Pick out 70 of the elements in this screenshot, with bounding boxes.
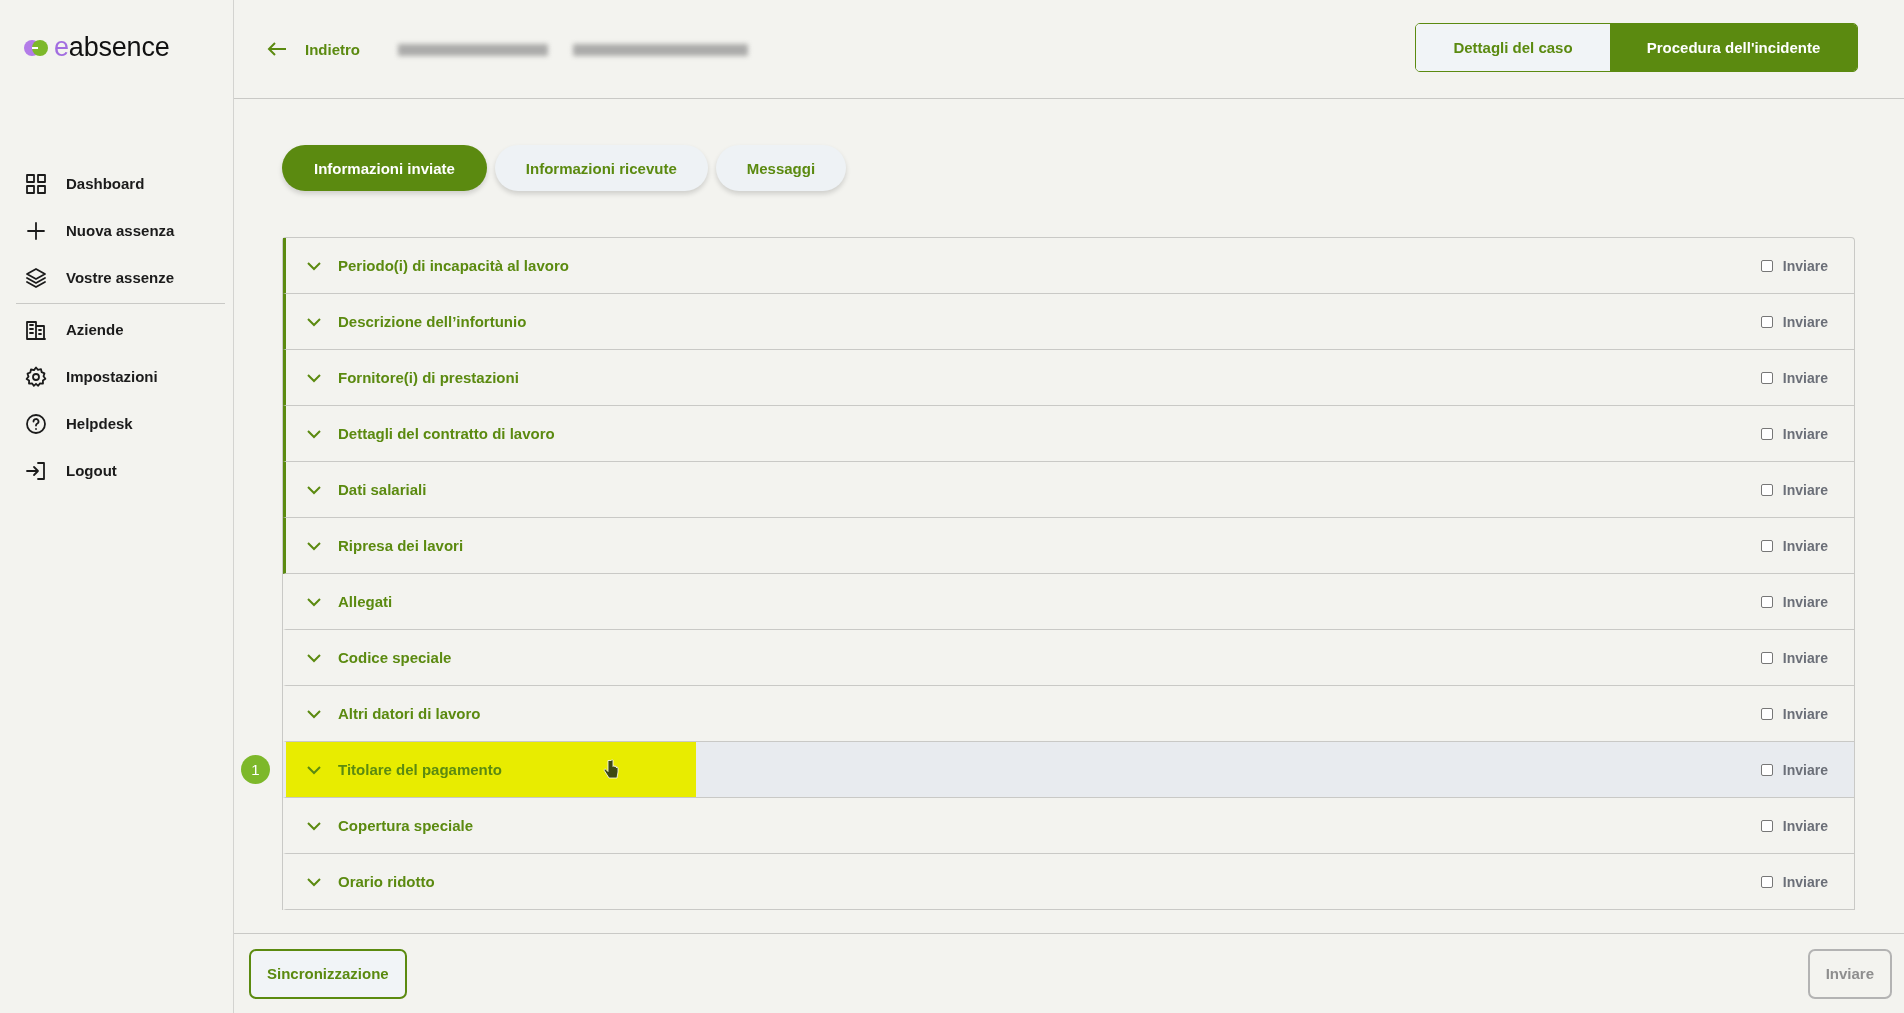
send-checkbox[interactable]: Inviare (1760, 649, 1828, 666)
section-title: Copertura speciale (338, 817, 474, 834)
logo-icon (24, 38, 48, 57)
send-checkbox[interactable]: Inviare (1760, 705, 1828, 722)
chevron-down-icon (306, 876, 322, 887)
nav-item[interactable]: Helpdesk (16, 400, 225, 447)
accordion-row[interactable]: Codice speciale Inviare (283, 630, 1854, 686)
view-tab[interactable]: Procedura dell'incidente (1610, 24, 1857, 71)
section-title: Ripresa dei lavori (338, 537, 464, 554)
nav-item[interactable]: Vostre assenze (16, 254, 225, 301)
chevron-down-icon (306, 540, 322, 551)
help-icon (24, 411, 48, 436)
accordion-row[interactable]: Allegati Inviare (283, 574, 1854, 630)
accordion-row[interactable]: Orario ridotto Inviare (283, 854, 1854, 910)
accordion-row[interactable]: Ripresa dei lavori Inviare (283, 518, 1854, 574)
accordion-row[interactable]: Copertura speciale Inviare (283, 798, 1854, 854)
section-title: Altri datori di lavoro (338, 705, 481, 722)
nav-item[interactable]: Dashboard (16, 160, 225, 207)
tab[interactable]: Informazioni inviate (282, 145, 487, 191)
send-checkbox[interactable]: Inviare (1760, 425, 1828, 442)
send-checkbox[interactable]: Inviare (1760, 257, 1828, 274)
section-title: Titolare del pagamento (338, 761, 502, 778)
section-title: Dati salariali (338, 481, 427, 498)
chevron-down-icon (306, 316, 322, 327)
step-badge: 1 (241, 755, 270, 784)
accordion-row[interactable]: Periodo(i) di incapacità al lavoro Inviare (283, 238, 1854, 294)
section-title: Periodo(i) di incapacità al lavoro (338, 257, 569, 274)
send-checkbox[interactable]: Inviare (1760, 481, 1828, 498)
accordion-row[interactable]: Dettagli del contratto di lavoro Inviare (283, 406, 1854, 462)
back-link[interactable]: Indietro (267, 40, 360, 58)
send-checkbox[interactable]: Inviare (1760, 313, 1828, 330)
back-arrow-icon (267, 41, 287, 57)
layers-icon (24, 265, 48, 290)
chevron-down-icon (306, 484, 322, 495)
section-title: Orario ridotto (338, 873, 435, 890)
tab[interactable]: Informazioni ricevute (494, 145, 708, 191)
nav-item[interactable]: Impostazioni (16, 353, 225, 400)
accordion-row[interactable]: Dati salariali Inviare (283, 462, 1854, 518)
settings-icon (24, 364, 48, 389)
chevron-down-icon (306, 596, 322, 607)
chevron-down-icon (306, 652, 322, 663)
section-title: Descrizione dell’infortunio (338, 313, 527, 330)
chevron-down-icon (306, 820, 322, 831)
tab[interactable]: Messaggi (715, 145, 847, 191)
nav-item[interactable]: Aziende (16, 306, 225, 353)
nav-item[interactable]: Nuova assenza (16, 207, 225, 254)
section-title: Dettagli del contratto di lavoro (338, 425, 555, 442)
send-checkbox[interactable]: Inviare (1760, 593, 1828, 610)
chevron-down-icon (306, 372, 322, 383)
chevron-down-icon (306, 428, 322, 439)
view-tab[interactable]: Dettagli del caso (1416, 24, 1610, 71)
accordion-row[interactable]: Titolare del pagamento Inviare (283, 742, 1854, 798)
sync-button[interactable]: Sincronizzazione (249, 948, 407, 999)
section-title: Fornitore(i) di prestazioni (338, 369, 519, 386)
nav-item[interactable]: Logout (16, 447, 225, 494)
section-title: Allegati (338, 593, 393, 610)
send-checkbox[interactable]: Inviare (1760, 873, 1828, 890)
brand-name: eabsence (54, 32, 170, 63)
hand-cursor-icon (603, 759, 619, 781)
section-title: Codice speciale (338, 649, 452, 666)
send-checkbox[interactable]: Inviare (1760, 537, 1828, 554)
send-checkbox[interactable]: Inviare (1760, 761, 1828, 778)
accordion-row[interactable]: Fornitore(i) di prestazioni Inviare (283, 350, 1854, 406)
chevron-down-icon (306, 260, 322, 271)
dashboard-icon (24, 171, 48, 196)
send-checkbox[interactable]: Inviare (1760, 369, 1828, 386)
chevron-down-icon (306, 708, 322, 719)
send-checkbox[interactable]: Inviare (1760, 817, 1828, 834)
accordion-row[interactable]: Descrizione dell’infortunio Inviare (283, 294, 1854, 350)
chevron-down-icon (306, 764, 322, 775)
